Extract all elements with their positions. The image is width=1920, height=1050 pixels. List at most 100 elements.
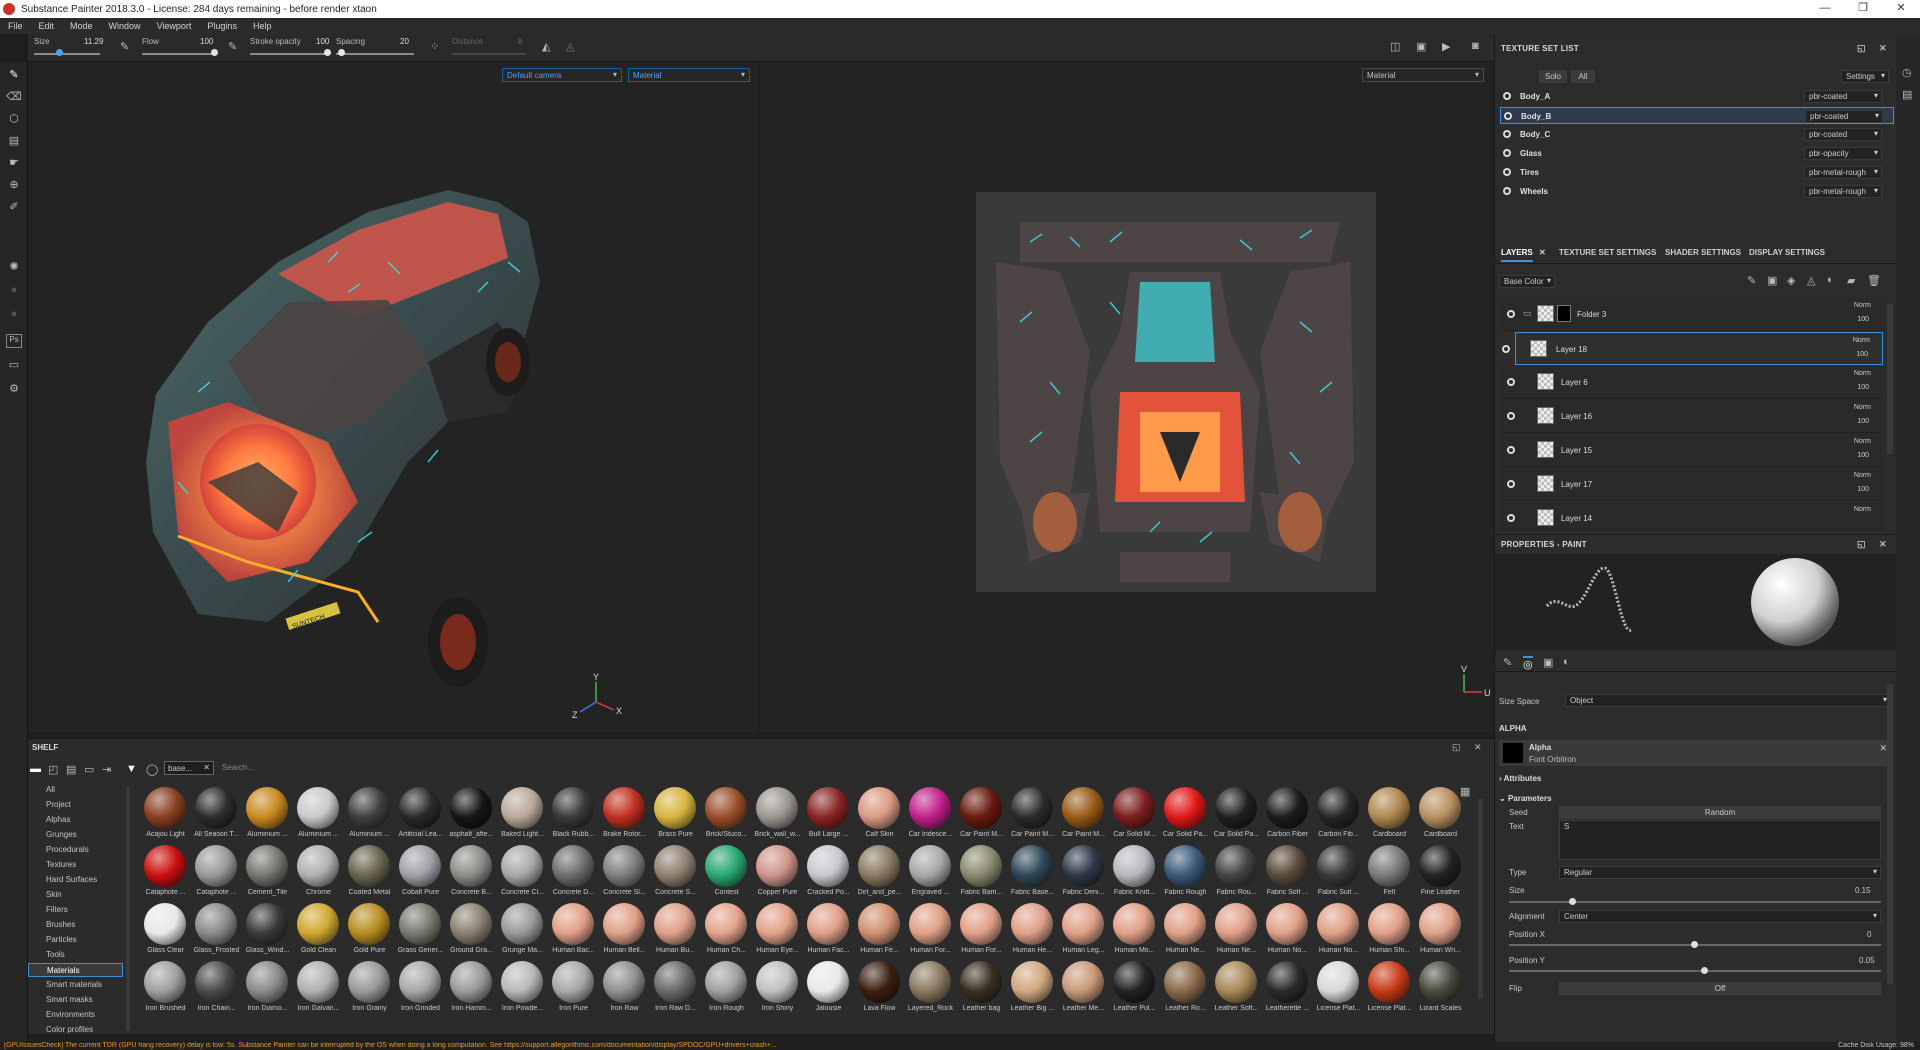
shelf-search-input[interactable]: Search... [218, 761, 1276, 775]
material-thumbnail[interactable]: Concrete Cl... [497, 843, 548, 901]
material-thumbnail[interactable]: Acajou Light [140, 785, 191, 843]
material-thumbnail[interactable]: Leather Big ... [1007, 959, 1058, 1017]
viewport-3d[interactable]: Default camera ▾ Material ▾ SUNTECH Y X … [28, 62, 758, 732]
category-item-selected[interactable]: Materials [28, 963, 123, 977]
shader-dropdown[interactable]: pbr-coated [1804, 90, 1882, 103]
opacity-value[interactable]: 100 [1857, 486, 1869, 493]
category-item[interactable]: Particles [46, 935, 77, 944]
bake-icon[interactable]: ✺ [6, 260, 22, 274]
blend-mode-dropdown[interactable]: Norm [1853, 337, 1870, 344]
reset-filter-icon[interactable]: ◯ [146, 763, 158, 776]
stencil-tab-icon[interactable]: ▣ [1543, 656, 1553, 669]
opacity-value[interactable]: 100 [1857, 384, 1869, 391]
menu-viewport[interactable]: Viewport [157, 21, 192, 31]
add-folder-icon[interactable]: ▰ [1847, 274, 1855, 287]
material-thumbnail[interactable]: Black Rubb... [548, 785, 599, 843]
material-thumbnail[interactable]: Cement_Tile [242, 843, 293, 901]
material-thumbnail[interactable]: Iron Grinded [395, 959, 446, 1017]
remove-filter-icon[interactable]: ✕ [203, 763, 210, 772]
material-thumbnail[interactable]: Carbon Fib... [1313, 785, 1364, 843]
tab-close-icon[interactable]: ✕ [1539, 248, 1546, 257]
visibility-icon[interactable] [1503, 92, 1511, 100]
material-thumbnail[interactable]: Aluminium ... [242, 785, 293, 843]
blend-mode-dropdown[interactable]: Norm [1854, 472, 1871, 479]
blend-mode-dropdown[interactable]: Norm [1854, 438, 1871, 445]
visibility-icon[interactable] [1507, 378, 1515, 386]
size-param-slider[interactable] [1509, 901, 1881, 903]
shader-dropdown[interactable]: pbr-coated [1804, 128, 1882, 141]
category-item[interactable]: Textures [46, 860, 76, 869]
display-icon[interactable]: ▣ [1416, 40, 1426, 53]
category-item[interactable]: Tools [46, 950, 65, 959]
material-thumbnail[interactable]: Human Wri... [1415, 901, 1466, 959]
menu-window[interactable]: Window [109, 21, 141, 31]
material-thumbnail[interactable]: Ground Gra... [446, 901, 497, 959]
category-item[interactable]: Procedurals [46, 845, 89, 854]
material-thumbnail[interactable]: Fabric Rou... [1211, 843, 1262, 901]
material-thumbnail[interactable]: Lizard Scales [1415, 959, 1466, 1017]
material-thumbnail[interactable]: Car Solid Pa... [1211, 785, 1262, 843]
material-thumbnail[interactable]: Aluminium ... [293, 785, 344, 843]
tab-texture-set-settings[interactable]: TEXTURE SET SETTINGS [1559, 248, 1656, 257]
material-thumbnail[interactable]: Human Bell... [599, 901, 650, 959]
alpha-tab-icon[interactable]: ◎ [1523, 656, 1533, 671]
visibility-icon[interactable] [1503, 187, 1511, 195]
blend-mode-dropdown[interactable]: Norm [1854, 302, 1871, 309]
material-thumbnail[interactable]: License Plat... [1364, 959, 1415, 1017]
size-space-dropdown[interactable]: Object ▾ [1565, 694, 1891, 707]
material-thumbnail[interactable]: Human Fac... [803, 901, 854, 959]
material-thumbnail[interactable]: Iron Galvan... [293, 959, 344, 1017]
material-thumbnail[interactable]: Gold Clean [293, 901, 344, 959]
shader-dropdown[interactable]: pbr-metal-rough [1804, 166, 1882, 179]
material-thumbnail[interactable]: Leather Soft... [1211, 959, 1262, 1017]
flow-value[interactable]: 100 [200, 37, 213, 46]
menu-plugins[interactable]: Plugins [207, 21, 237, 31]
material-thumbnail[interactable]: Bull Large ... [803, 785, 854, 843]
clone-icon[interactable]: ⊕ [6, 178, 22, 192]
material-thumbnail[interactable]: Chrome [293, 843, 344, 901]
material-thumbnail[interactable]: Human Ch... [701, 901, 752, 959]
tab-display-settings[interactable]: DISPLAY SETTINGS [1749, 248, 1825, 257]
material-thumbnail[interactable]: Fine Leather [1415, 843, 1466, 901]
material-thumbnail[interactable]: Cobalt Pure [395, 843, 446, 901]
screenshot-icon[interactable]: ◙ [1472, 40, 1479, 52]
material-thumbnail[interactable]: Glass Clear [140, 901, 191, 959]
import-icon[interactable]: ▭ [84, 763, 94, 776]
material-thumbnail[interactable]: Baked Light... [497, 785, 548, 843]
alignment-dropdown[interactable]: Center ▾ [1559, 910, 1881, 923]
material-thumbnail[interactable]: Fabric Deni... [1058, 843, 1109, 901]
material-thumbnail[interactable]: Layered_Rock [905, 959, 956, 1017]
material-thumbnail[interactable]: Grunge Ma... [497, 901, 548, 959]
material-thumbnail[interactable]: Fabric Base... [1007, 843, 1058, 901]
tab-layers[interactable]: LAYERS [1501, 248, 1533, 262]
add-mask-icon[interactable]: ▣ [1767, 274, 1777, 287]
material-thumbnail[interactable]: Glass_Wind... [242, 901, 293, 959]
material-thumbnail[interactable]: Engraved ... [905, 843, 956, 901]
texture-set-row[interactable]: Wheels pbr-metal-rough [1500, 183, 1894, 200]
pen-pressure-icon[interactable]: ✎ [228, 40, 237, 53]
category-item[interactable]: Brushes [46, 920, 75, 929]
distance-value[interactable]: 8 [518, 37, 522, 46]
visibility-icon[interactable] [1503, 130, 1511, 138]
position-y-slider[interactable] [1509, 970, 1881, 972]
material-thumbnail[interactable]: Fabric Soft ... [1262, 843, 1313, 901]
menu-mode[interactable]: Mode [70, 21, 93, 31]
panel-close-icon[interactable]: ✕ [1474, 742, 1482, 753]
category-item[interactable]: Smart masks [46, 995, 93, 1004]
material-thumbnail[interactable]: Leatherette ... [1262, 959, 1313, 1017]
material-thumbnail[interactable]: Carbon Fiber [1262, 785, 1313, 843]
material-thumbnail[interactable]: Brick/Stuco... [701, 785, 752, 843]
maximize-button[interactable]: ❐ [1844, 0, 1882, 18]
flow-slider-handle[interactable] [211, 49, 218, 56]
category-item[interactable]: Alphas [46, 815, 70, 824]
layer-row[interactable]: Layer 14 Norm [1501, 502, 1883, 530]
visibility-icon[interactable] [1507, 310, 1515, 318]
material-thumbnail[interactable]: Human Ne... [1160, 901, 1211, 959]
new-folder-icon[interactable]: ◰ [48, 763, 58, 776]
alpha-resource-slot[interactable]: Alpha Font Orbitron ✕ [1499, 740, 1893, 766]
visibility-icon[interactable] [1507, 480, 1515, 488]
material-thumbnail[interactable]: Iron Diamo... [242, 959, 293, 1017]
folder-icon[interactable]: ▬ [30, 763, 41, 775]
material-thumbnail[interactable]: Glass_Frosted [191, 901, 242, 959]
material-thumbnail[interactable]: Human Bu... [650, 901, 701, 959]
